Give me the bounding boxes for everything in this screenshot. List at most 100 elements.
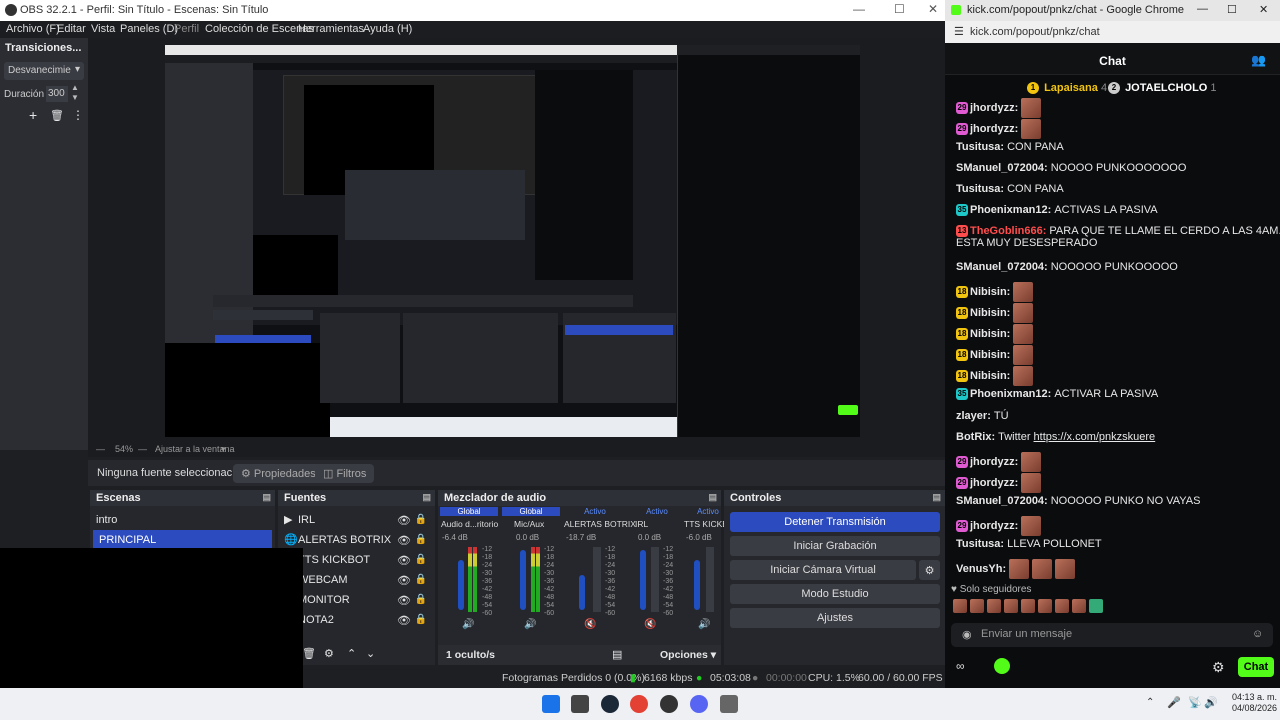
speaker-icon[interactable]: 🔊 [462, 619, 474, 630]
collapse-icon[interactable]: — [96, 444, 105, 454]
obs-icon[interactable] [660, 695, 678, 713]
app-icon[interactable] [720, 695, 738, 713]
chat-username[interactable]: Nibisin: [970, 349, 1010, 361]
menu-ayuda[interactable]: Ayuda (H) [363, 23, 412, 35]
trash-icon[interactable]: 🗑 [302, 647, 316, 660]
menu-archivo[interactable]: Archivo (F) [6, 23, 60, 35]
chat-username[interactable]: Tusitusa: [956, 141, 1004, 153]
minimize-icon[interactable]: — [853, 2, 865, 16]
gear-icon[interactable]: ⚙ [324, 647, 334, 660]
site-info-icon[interactable]: ☰ [954, 25, 964, 38]
chevron-up-icon[interactable]: ⌃ [1146, 697, 1154, 708]
volume-fader[interactable] [640, 550, 646, 610]
muted-icon[interactable]: 🔇 [644, 619, 656, 630]
chat-link[interactable]: https://x.com/pnkzskuere [1034, 431, 1156, 443]
gear-icon[interactable]: ⚙ [919, 560, 940, 580]
chat-username[interactable]: BotRix: [956, 431, 995, 443]
task-view-icon[interactable] [571, 695, 589, 713]
popout-icon[interactable]: ▤ [708, 492, 717, 503]
emoji-icon[interactable]: ☺ [1252, 628, 1263, 640]
network-icon[interactable]: 📡 [1188, 696, 1202, 709]
chat-username[interactable]: jhordyzz: [970, 123, 1018, 135]
popout-icon[interactable]: ▤ [262, 492, 271, 503]
chrome-url-bar[interactable]: ☰ kick.com/popout/pnkz/chat [945, 21, 1280, 43]
chat-username[interactable]: Nibisin: [970, 370, 1010, 382]
send-chat-button[interactable]: Chat [1238, 657, 1274, 677]
chat-username[interactable]: Nibisin: [970, 328, 1010, 340]
eye-icon[interactable]: 👁 [397, 594, 411, 607]
chat-username[interactable]: TheGoblin666: [970, 225, 1046, 237]
lock-icon[interactable]: 🔒 [415, 574, 427, 585]
chat-username[interactable]: SManuel_072004: [956, 495, 1048, 507]
settings-button[interactable]: Ajustes [730, 608, 940, 628]
leader-name[interactable]: Lapaisana [1044, 82, 1098, 94]
chat-username[interactable]: Tusitusa: [956, 183, 1004, 195]
emote-bar[interactable] [953, 598, 1138, 614]
chat-username[interactable]: jhordyzz: [970, 477, 1018, 489]
studio-mode-button[interactable]: Modo Estudio [730, 584, 940, 604]
leader-name[interactable]: JOTAELCHOLO [1125, 82, 1207, 94]
start-recording-button[interactable]: Iniciar Grabación [730, 536, 940, 556]
transition-select[interactable]: Desvanecimie ▾ [4, 62, 84, 80]
menu-vista[interactable]: Vista [91, 23, 115, 35]
chat-username[interactable]: Nibisin: [970, 307, 1010, 319]
lock-icon[interactable]: 🔒 [415, 614, 427, 625]
close-icon[interactable]: ✕ [928, 2, 938, 16]
chrome-icon[interactable] [630, 695, 648, 713]
speaker-icon[interactable]: 🔊 [698, 619, 710, 630]
eye-icon[interactable]: 👁 [397, 534, 411, 547]
taskbar-clock[interactable]: 04:13 a. m. 04/08/2026 [1222, 692, 1277, 714]
volume-fader[interactable] [458, 560, 464, 610]
source-item-alertas[interactable]: 🌐 ALERTAS BOTRIX 👁 🔒 [278, 530, 435, 550]
more-options-icon[interactable]: ⋮ [72, 108, 84, 122]
chat-username[interactable]: SManuel_072004: [956, 261, 1048, 273]
properties-button[interactable]: ⚙ Propiedades [233, 464, 324, 483]
chat-username[interactable]: Tusitusa: [956, 538, 1004, 550]
maximize-icon[interactable]: ☐ [1227, 3, 1237, 16]
lock-icon[interactable]: 🔒 [415, 554, 427, 565]
kick-points-icon[interactable] [994, 658, 1010, 674]
chat-username[interactable]: VenusYh: [956, 563, 1006, 575]
chat-username[interactable]: Nibisin: [970, 286, 1010, 298]
popout-icon[interactable]: ▤ [932, 492, 941, 503]
eye-icon[interactable]: 👁 [397, 614, 411, 627]
move-up-icon[interactable]: ⌃ [347, 647, 356, 660]
zoom-minus-icon[interactable]: — [138, 444, 147, 454]
chat-username[interactable]: zlayer: [956, 410, 991, 422]
stop-stream-button[interactable]: Detener Transmisión [730, 512, 940, 532]
trash-icon[interactable]: 🗑 [50, 109, 64, 122]
filters-button[interactable]: ◫ Filtros [315, 464, 375, 483]
users-icon[interactable]: 👥 [1251, 53, 1266, 67]
chat-username[interactable]: jhordyzz: [970, 520, 1018, 532]
volume-icon[interactable]: 🔊 [1204, 696, 1218, 709]
minimize-icon[interactable]: — [1197, 3, 1208, 15]
steam-icon[interactable] [601, 695, 619, 713]
duration-stepper[interactable]: ▲ ▼ [71, 83, 79, 103]
layout-icon[interactable]: ▤ [612, 648, 622, 661]
chat-input[interactable]: Enviar un mensaje [951, 623, 1273, 647]
eye-icon[interactable]: 👁 [397, 514, 411, 527]
mic-icon[interactable]: 🎤 [1167, 696, 1181, 709]
lock-icon[interactable]: 🔒 [415, 594, 427, 605]
chat-username[interactable]: SManuel_072004: [956, 162, 1048, 174]
eye-icon[interactable]: 👁 [397, 574, 411, 587]
community-icon[interactable]: ∞ [956, 659, 965, 673]
discord-icon[interactable] [690, 695, 708, 713]
menu-editar[interactable]: Editar [57, 23, 86, 35]
gear-icon[interactable]: ⚙ [1212, 659, 1225, 676]
lock-icon[interactable]: 🔒 [415, 514, 427, 525]
windows-start-icon[interactable] [542, 695, 560, 713]
popout-icon[interactable]: ▤ [422, 492, 431, 503]
volume-fader[interactable] [520, 550, 526, 610]
chat-username[interactable]: Phoenixman12: [970, 204, 1051, 216]
scene-item-principal[interactable]: PRINCIPAL [93, 530, 272, 550]
muted-icon[interactable]: 🔇 [584, 619, 596, 630]
chat-username[interactable]: Phoenixman12: [970, 388, 1051, 400]
chat-username[interactable]: jhordyzz: [970, 456, 1018, 468]
add-transition-icon[interactable]: + [29, 107, 37, 123]
maximize-icon[interactable]: ☐ [894, 2, 905, 16]
move-down-icon[interactable]: ⌄ [366, 647, 375, 660]
user-icon[interactable]: ◉ [962, 628, 972, 641]
options-button[interactable]: Opciones ▾ [660, 649, 716, 661]
volume-fader[interactable] [579, 575, 585, 610]
